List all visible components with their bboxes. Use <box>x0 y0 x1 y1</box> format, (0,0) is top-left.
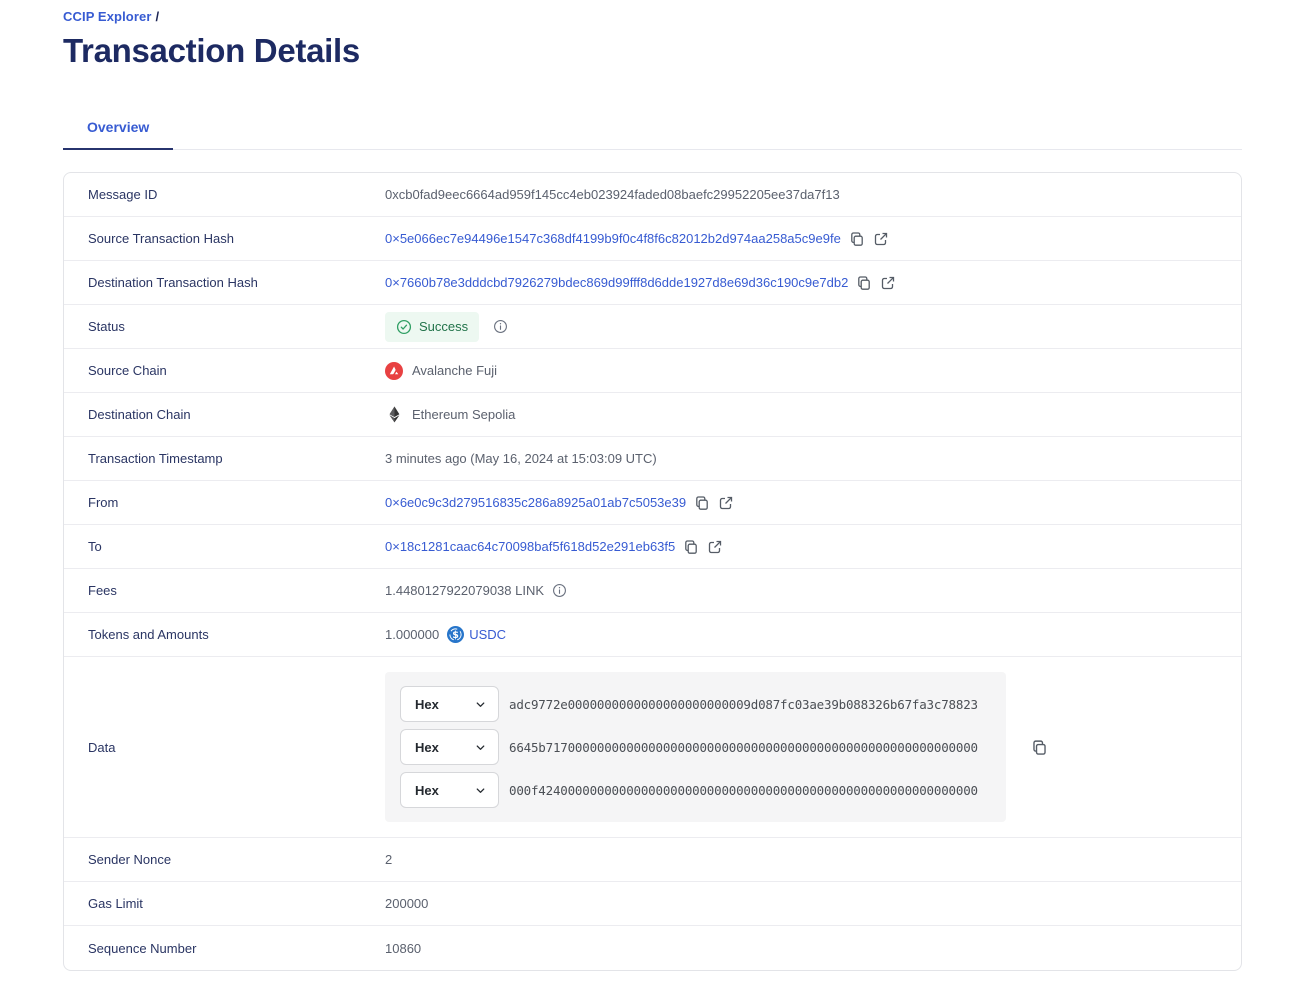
row-label: To <box>88 539 385 554</box>
usdc-icon: $ <box>447 626 464 643</box>
transaction-details-card: Message ID 0xcb0fad9eec6664ad959f145cc4e… <box>63 172 1242 971</box>
data-payload-box: Hex adc9772e0000000000000000000000009d08… <box>385 672 1006 822</box>
breadcrumb: CCIP Explorer / <box>63 9 1242 24</box>
timestamp-value: 3 minutes ago (May 16, 2024 at 15:03:09 … <box>385 451 657 466</box>
chevron-down-icon <box>474 741 487 754</box>
breadcrumb-ccip-explorer-link[interactable]: CCIP Explorer <box>63 9 151 24</box>
breadcrumb-separator: / <box>155 9 159 24</box>
dest-chain-value: Ethereum Sepolia <box>385 406 515 423</box>
row-label: Transaction Timestamp <box>88 451 385 466</box>
row-label: Source Chain <box>88 363 385 378</box>
row-label: Tokens and Amounts <box>88 627 385 642</box>
to-address-link[interactable]: 0×18c1281caac64c70098baf5f618d52e291eb63… <box>385 539 675 554</box>
dest-tx-hash-link[interactable]: 0×7660b78e3dddcbd7926279bdec869d99fff8d6… <box>385 275 848 290</box>
row-label: Gas Limit <box>88 896 385 911</box>
hex-select-label: Hex <box>415 783 439 798</box>
external-link-icon[interactable] <box>718 495 734 511</box>
dest-chain-name: Ethereum Sepolia <box>412 407 515 422</box>
hex-format-select[interactable]: Hex <box>400 729 499 765</box>
status-text: Success <box>419 319 468 334</box>
token-amount: 1.000000 <box>385 627 439 642</box>
row-label: Sequence Number <box>88 941 385 956</box>
copy-icon[interactable] <box>694 495 710 511</box>
from-address-link[interactable]: 0×6e0c9c3d279516835c286a8925a01ab7c5053e… <box>385 495 686 510</box>
page-title: Transaction Details <box>63 32 1242 70</box>
row-sequence-number: Sequence Number 10860 <box>64 926 1241 970</box>
hex-format-select[interactable]: Hex <box>400 772 499 808</box>
copy-icon[interactable] <box>683 539 699 555</box>
data-hex-value: adc9772e0000000000000000000000009d087fc0… <box>509 697 978 712</box>
info-icon[interactable] <box>493 319 508 334</box>
sequence-number-value: 10860 <box>385 941 421 956</box>
info-icon[interactable] <box>552 583 567 598</box>
external-link-icon[interactable] <box>873 231 889 247</box>
row-label: From <box>88 495 385 510</box>
copy-icon[interactable] <box>849 231 865 247</box>
chevron-down-icon <box>474 784 487 797</box>
copy-icon[interactable] <box>1031 739 1048 756</box>
row-dest-chain: Destination Chain Ethereum Sepolia <box>64 393 1241 437</box>
row-label: Source Transaction Hash <box>88 231 385 246</box>
tab-overview[interactable]: Overview <box>63 107 173 150</box>
row-timestamp: Transaction Timestamp 3 minutes ago (May… <box>64 437 1241 481</box>
ethereum-sepolia-icon <box>385 406 403 423</box>
token-link[interactable]: $ USDC <box>447 626 506 643</box>
data-hex-value: 000f424000000000000000000000000000000000… <box>509 783 978 798</box>
status-badge: Success <box>385 312 479 342</box>
success-check-icon <box>396 319 412 335</box>
row-sender-nonce: Sender Nonce 2 <box>64 838 1241 882</box>
sender-nonce-value: 2 <box>385 852 392 867</box>
row-label: Message ID <box>88 187 385 202</box>
external-link-icon[interactable] <box>880 275 896 291</box>
row-status: Status Success <box>64 305 1241 349</box>
row-source-chain: Source Chain Avalanche Fuji <box>64 349 1241 393</box>
row-label: Destination Transaction Hash <box>88 275 385 290</box>
source-chain-name: Avalanche Fuji <box>412 363 497 378</box>
row-tokens-and-amounts: Tokens and Amounts 1.000000 $ USDC <box>64 613 1241 657</box>
data-line: Hex 000f42400000000000000000000000000000… <box>400 772 992 808</box>
external-link-icon[interactable] <box>707 539 723 555</box>
row-from: From 0×6e0c9c3d279516835c286a8925a01ab7c… <box>64 481 1241 525</box>
row-data: Data Hex adc9772e00000000000000000000000… <box>64 657 1241 838</box>
chevron-down-icon <box>474 698 487 711</box>
row-to: To 0×18c1281caac64c70098baf5f618d52e291e… <box>64 525 1241 569</box>
source-chain-value: Avalanche Fuji <box>385 362 497 380</box>
row-label: Sender Nonce <box>88 852 385 867</box>
row-dest-tx-hash: Destination Transaction Hash 0×7660b78e3… <box>64 261 1241 305</box>
hex-format-select[interactable]: Hex <box>400 686 499 722</box>
row-message-id: Message ID 0xcb0fad9eec6664ad959f145cc4e… <box>64 173 1241 217</box>
row-label: Data <box>88 740 385 755</box>
avalanche-fuji-icon <box>385 362 403 380</box>
gas-limit-value: 200000 <box>385 896 428 911</box>
row-label: Status <box>88 319 385 334</box>
message-id-value: 0xcb0fad9eec6664ad959f145cc4eb023924fade… <box>385 187 840 202</box>
source-tx-hash-link[interactable]: 0×5e066ec7e94496e1547c368df4199b9f0c4f8f… <box>385 231 841 246</box>
data-line: Hex adc9772e0000000000000000000000009d08… <box>400 686 992 722</box>
hex-select-label: Hex <box>415 740 439 755</box>
row-label: Fees <box>88 583 385 598</box>
data-hex-value: 6645b71700000000000000000000000000000000… <box>509 740 978 755</box>
row-source-tx-hash: Source Transaction Hash 0×5e066ec7e94496… <box>64 217 1241 261</box>
fees-value: 1.4480127922079038 LINK <box>385 583 544 598</box>
data-line: Hex 6645b7170000000000000000000000000000… <box>400 729 992 765</box>
row-fees: Fees 1.4480127922079038 LINK <box>64 569 1241 613</box>
token-symbol: USDC <box>469 627 506 642</box>
hex-select-label: Hex <box>415 697 439 712</box>
row-label: Destination Chain <box>88 407 385 422</box>
copy-icon[interactable] <box>856 275 872 291</box>
tab-bar: Overview <box>63 107 1242 150</box>
transaction-details-page: CCIP Explorer / Transaction Details Overv… <box>0 0 1305 971</box>
row-gas-limit: Gas Limit 200000 <box>64 882 1241 926</box>
